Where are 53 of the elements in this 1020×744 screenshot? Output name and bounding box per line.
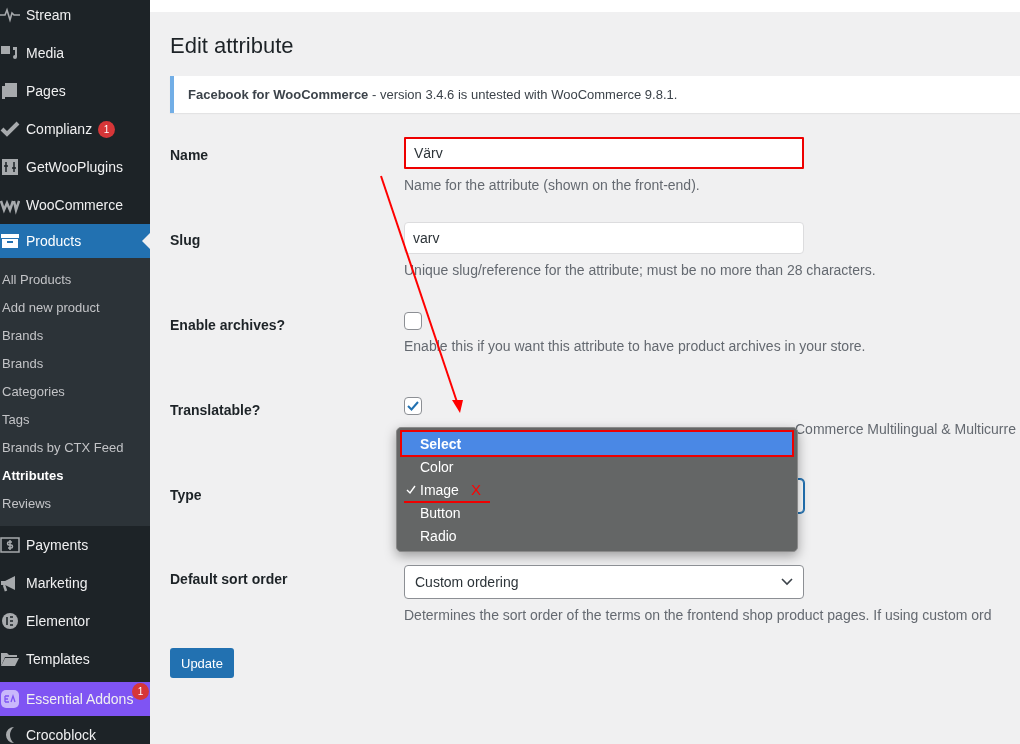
field-label: Name <box>170 146 210 165</box>
submenu-item[interactable]: Tags <box>0 406 150 434</box>
annotation-mark: X <box>470 481 481 498</box>
notice-message: Facebook for WooCommerce - version 3.4.6 is untested with WooCommerce 9.8.1. <box>170 76 1020 113</box>
dropdown-option[interactable]: Button <box>402 501 792 524</box>
field-label: Translatable? <box>170 401 262 420</box>
page-title: Edit attribute <box>170 33 295 59</box>
checkbox[interactable] <box>404 312 422 330</box>
menu-item[interactable]: Marketing <box>0 564 150 602</box>
field-label: Slug <box>170 231 202 250</box>
pages-icon <box>0 81 20 101</box>
menu-item[interactable]: Crocoblock <box>0 716 150 744</box>
checkmark-icon <box>0 119 20 139</box>
submenu-item[interactable]: Reviews <box>0 490 150 518</box>
submenu-item[interactable]: Brands <box>0 350 150 378</box>
field-description: Commerce Multilingual & Multicurre <box>795 421 1017 437</box>
checkbox[interactable] <box>404 397 422 415</box>
menu-item[interactable]: Stream <box>0 0 150 34</box>
menu-item[interactable]: Payments <box>0 526 150 564</box>
submenu-item[interactable]: All Products <box>0 266 150 294</box>
menu-item[interactable]: Templates <box>0 640 150 678</box>
field-label: Enable archives? <box>170 316 287 335</box>
box-icon <box>0 231 20 251</box>
text-field[interactable]: varv <box>404 222 804 254</box>
select-dropdown[interactable]: Custom ordering <box>404 565 804 599</box>
submenu-item[interactable]: Categories <box>0 378 150 406</box>
menu-item[interactable]: WooCommerce <box>0 186 150 224</box>
menu-item[interactable]: GetWooPlugins <box>0 148 150 186</box>
menu-item[interactable]: Complianz 1 <box>0 110 150 148</box>
dollar-icon <box>0 535 20 555</box>
dropdown-option[interactable]: Select <box>402 432 792 455</box>
field-description: Determines the sort order of the terms on the frontend shop product pages. If using custom ord <box>404 607 993 623</box>
chevron-icon <box>781 578 793 586</box>
dropdown-option[interactable]: Image X <box>402 478 792 501</box>
menu-item[interactable]: Products <box>0 224 150 258</box>
submenu-item[interactable]: Brands <box>0 322 150 350</box>
field-description: Name for the attribute (shown on the front-end). <box>404 177 701 193</box>
field-label: Default sort order <box>170 570 289 589</box>
menu-item[interactable]: Essential Addons 1 <box>0 682 150 716</box>
menu-item[interactable]: Pages <box>0 72 150 110</box>
notification-badge: 1 <box>98 120 116 138</box>
field-label: Type <box>170 486 203 505</box>
menu-item[interactable]: Elementor <box>0 602 150 640</box>
dropdown-option[interactable]: Radio <box>402 524 792 547</box>
submenu-item[interactable]: Attributes <box>0 462 150 490</box>
dropdown-option[interactable]: Color <box>402 455 792 478</box>
submenu-item[interactable]: Brands by CTX Feed <box>0 434 150 462</box>
update-button[interactable]: Update <box>170 648 234 678</box>
notification-badge: 1 <box>132 683 149 700</box>
menu-item[interactable]: Media <box>0 34 150 72</box>
submenu-item[interactable]: Add new product <box>0 294 150 322</box>
logo-icon <box>0 689 20 709</box>
text-field[interactable]: Värv <box>404 137 804 169</box>
